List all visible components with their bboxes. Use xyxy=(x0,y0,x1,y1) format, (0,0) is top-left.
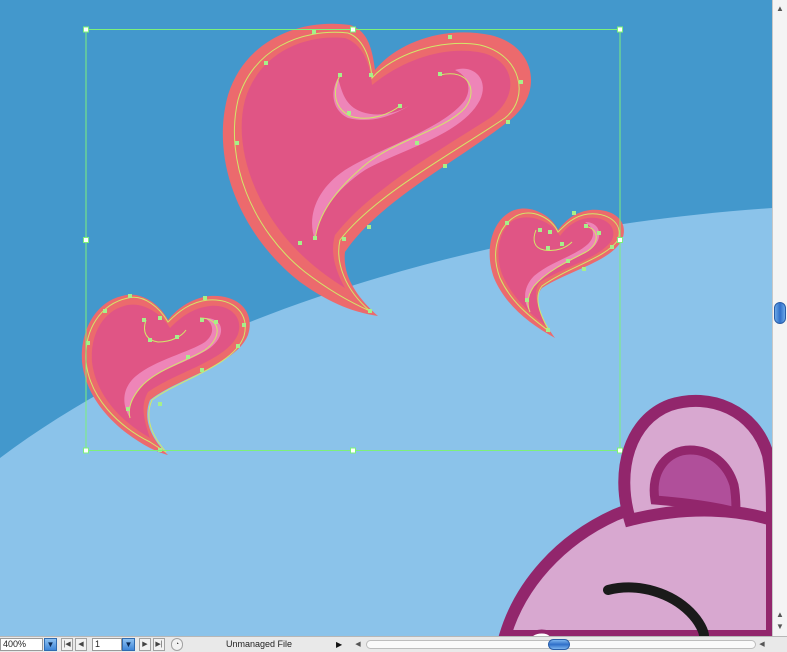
selection-handle[interactable] xyxy=(83,237,89,243)
selection-handle[interactable] xyxy=(83,26,89,33)
selection-handle[interactable] xyxy=(617,447,623,454)
scrollbar-corner xyxy=(772,637,787,652)
horizontal-scroll-thumb[interactable] xyxy=(548,639,570,650)
vertical-scroll-thumb[interactable] xyxy=(774,302,786,324)
first-page-icon[interactable]: |◀ xyxy=(61,638,73,651)
artboard-canvas[interactable] xyxy=(0,0,772,636)
zoom-level-field[interactable]: 400% xyxy=(0,638,43,651)
play-icon[interactable]: ▶ xyxy=(336,638,346,651)
last-page-icon[interactable]: ▶| xyxy=(153,638,165,651)
scroll-left-icon[interactable]: ◀ xyxy=(756,637,768,652)
selection-handle[interactable] xyxy=(350,447,356,454)
file-status-label: Unmanaged File xyxy=(226,639,293,649)
selection-handle[interactable] xyxy=(83,447,89,454)
chevron-down-icon[interactable]: ▼ xyxy=(122,638,135,651)
page-number-field[interactable]: 1 xyxy=(92,638,122,651)
status-indicator-icon[interactable]: ◔ xyxy=(171,638,183,651)
status-bar: 400% ▼ |◀ ◀ 1 ▼ ▶ ▶| ◔ Unmanaged File ▶ … xyxy=(0,636,787,652)
chevron-down-icon[interactable]: ▼ xyxy=(44,638,57,651)
next-page-icon[interactable]: ▶ xyxy=(139,638,151,651)
scroll-down-icon[interactable]: ▼ xyxy=(773,620,787,634)
scroll-up-icon[interactable]: ▲ xyxy=(773,2,787,16)
selection-handle[interactable] xyxy=(350,26,356,33)
selection-handle[interactable] xyxy=(617,237,623,243)
vertical-scrollbar[interactable]: ▲ ▲ ▼ xyxy=(772,0,787,636)
scroll-left-icon[interactable]: ◀ xyxy=(352,637,364,652)
previous-page-icon[interactable]: ◀ xyxy=(75,638,87,651)
selection-handle[interactable] xyxy=(617,26,623,33)
horizontal-scrollbar[interactable]: ◀ ◀ xyxy=(352,637,772,652)
